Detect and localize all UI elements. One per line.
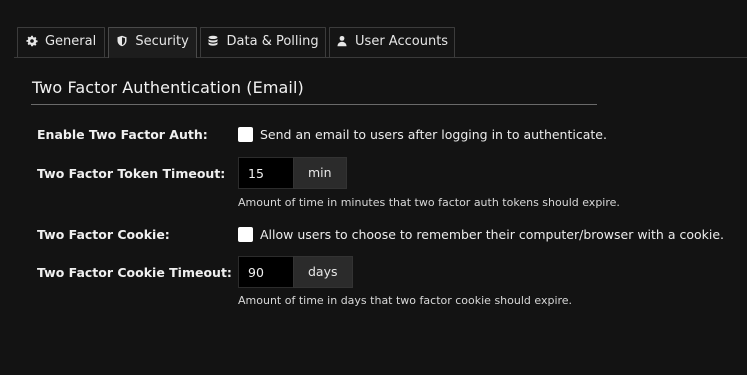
tab-data-polling[interactable]: Data & Polling (200, 27, 326, 57)
cookie-timeout-input[interactable] (238, 256, 293, 288)
shield-icon (116, 35, 128, 47)
token-timeout-help: Amount of time in minutes that two facto… (238, 196, 620, 209)
section-divider (31, 104, 597, 105)
enable-2fa-label: Enable Two Factor Auth: (37, 127, 208, 142)
cookie-checkbox-text: Allow users to choose to remember their … (260, 227, 724, 242)
cookie-timeout-label: Two Factor Cookie Timeout: (37, 265, 232, 280)
cookie-checkbox[interactable] (238, 227, 253, 242)
cookie-timeout-help: Amount of time in days that two factor c… (238, 294, 573, 307)
cookie-label: Two Factor Cookie: (37, 227, 170, 242)
section-title: Two Factor Authentication (Email) (32, 78, 304, 97)
tab-user-accounts[interactable]: User Accounts (329, 27, 455, 57)
tab-bar: General Security Data & Polling User Acc… (0, 0, 747, 58)
enable-2fa-checkbox[interactable] (238, 127, 253, 142)
tab-label: User Accounts (355, 34, 449, 49)
cookie-timeout-unit: days (293, 256, 353, 288)
tab-general[interactable]: General (17, 27, 105, 57)
tab-label: Data & Polling (226, 34, 319, 49)
tab-security[interactable]: Security (108, 27, 197, 58)
user-icon (336, 35, 348, 47)
database-icon (207, 35, 219, 47)
cookie-timeout-group: days (238, 256, 353, 288)
enable-2fa-checkbox-text: Send an email to users after logging in … (260, 127, 607, 142)
tab-label: Security (135, 34, 189, 49)
token-timeout-input[interactable] (238, 157, 293, 189)
tab-label: General (44, 34, 97, 49)
gear-icon (26, 35, 38, 47)
token-timeout-label: Two Factor Token Timeout: (37, 166, 226, 181)
token-timeout-group: min (238, 157, 347, 189)
token-timeout-unit: min (293, 157, 347, 189)
